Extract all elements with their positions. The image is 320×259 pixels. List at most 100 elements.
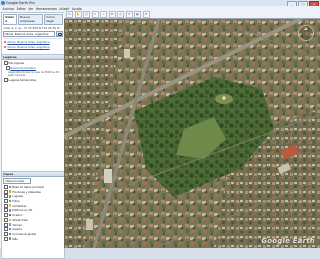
tour-description: Asegúrate de que la capa de Edificios 3D… (8, 70, 60, 77)
satellite-imagery[interactable] (64, 19, 320, 248)
layer-item[interactable]: Street View (4, 217, 64, 222)
toolbar-button[interactable]: ✋ (74, 11, 82, 18)
toolbar-button[interactable]: ▭ (66, 11, 73, 18)
layer-icon (8, 199, 12, 203)
checkbox[interactable] (4, 222, 8, 227)
layer-label: Océano (12, 213, 23, 218)
layer-label: Base de datos principal (12, 185, 44, 189)
layer-icon (8, 227, 12, 231)
toolbar-button[interactable]: ▱ (91, 11, 99, 18)
search-button[interactable] (56, 30, 63, 37)
layer-icon (8, 218, 12, 222)
layer-icon (8, 237, 12, 240)
layer-item[interactable]: Fotos (4, 199, 64, 204)
search-results: Olivos, Buenos Aires, Argentina Olivos, … (3, 37, 63, 49)
menu-ayuda[interactable]: Ayuda (72, 7, 82, 11)
satellite-map[interactable]: Google Earth (64, 19, 320, 248)
layer-list: Base de datos principal Fronteras y etiqu… (2, 185, 64, 241)
checkbox[interactable] (4, 185, 8, 189)
layer-icon (8, 195, 12, 198)
menu-editar[interactable]: Editar (17, 7, 26, 11)
layer-item[interactable]: Base de datos principal (4, 185, 64, 189)
layer-item[interactable]: Fronteras y etiquetas (4, 189, 64, 194)
toolbar-button[interactable]: ⌁ (100, 11, 107, 18)
layer-label: Conciencia global (12, 231, 37, 236)
layer-item[interactable]: Carreteras (4, 203, 64, 208)
menu-ver[interactable]: Ver (28, 7, 33, 11)
layer-icon (8, 209, 12, 212)
layer-item[interactable]: Más (4, 236, 64, 241)
sidebar: Volar a Buscar empresas Cómo llegar Vola… (0, 11, 65, 259)
checkbox[interactable] (5, 66, 10, 70)
menu-anadir[interactable]: Añadir (59, 7, 69, 11)
layer-icon (8, 185, 12, 189)
layer-item[interactable]: Océano (4, 213, 64, 218)
toolbar-button[interactable]: ◐ (134, 11, 141, 18)
search-row: Olivos, Buenos Aires, Argentina (3, 30, 63, 37)
toolbar-button[interactable]: ☀ (125, 11, 133, 18)
tree-item-label[interactable]: Lugares temporales (8, 78, 36, 82)
app-logo-icon (1, 1, 5, 5)
layer-label: Street View (12, 217, 28, 222)
checkbox[interactable] (4, 203, 8, 208)
checkbox[interactable] (4, 213, 8, 218)
layers-header[interactable]: Capas (2, 172, 64, 177)
search-result-label[interactable]: Olivos, Buenos Aires, Argentina (7, 40, 49, 44)
map-toolbar: ▭ ✋ ◯ ▱ ⌁ ✉ ⎙ ☀ ◐ ⟳ (64, 11, 320, 19)
layer-item[interactable]: Lugares (4, 194, 64, 199)
search-result-label[interactable]: Olivos, Buenos Aires, Argentina (7, 45, 49, 49)
tab-como-llegar[interactable]: Cómo llegar (43, 14, 63, 25)
layer-item[interactable]: Tiempo (4, 222, 64, 227)
layer-icon (8, 190, 12, 193)
checkbox[interactable] (4, 217, 8, 222)
toolbar-button[interactable]: ⟳ (142, 11, 150, 18)
tree-item-mis-lugares[interactable]: Mis lugares (3, 61, 65, 65)
layer-label: Fotos (12, 199, 20, 204)
layers-panel: Capas Vista principal Base de datos prin… (1, 171, 65, 259)
tree-item-label[interactable]: Recorrido turístico (10, 66, 36, 70)
layer-item[interactable]: Conciencia global (4, 231, 64, 236)
checkbox[interactable] (3, 77, 8, 82)
tree-item-label[interactable]: Mis lugares (8, 61, 24, 65)
checkbox[interactable] (4, 208, 8, 213)
layer-label: Galería (12, 227, 22, 232)
layer-label: Tiempo (12, 222, 23, 227)
layers-view-select[interactable]: Vista principal (3, 178, 31, 184)
tree-item-lugares-temporales[interactable]: Lugares temporales (3, 77, 65, 82)
checkbox[interactable] (4, 189, 8, 194)
search-result[interactable]: Olivos, Buenos Aires, Argentina (3, 40, 63, 44)
layer-label: Fronteras y etiquetas (12, 189, 41, 194)
placemark-icon (4, 40, 7, 43)
layer-label: Más (12, 236, 18, 241)
checkbox[interactable] (4, 231, 8, 236)
tree-item-recorrido[interactable]: Recorrido turístico (5, 66, 65, 70)
layer-item[interactable]: Edificios en 3D (4, 208, 64, 213)
tab-volar-a[interactable]: Volar a (3, 14, 18, 25)
search-tabs: Volar a Buscar empresas Cómo llegar (3, 14, 63, 25)
search-panel: Volar a Buscar empresas Cómo llegar Vola… (1, 12, 65, 56)
search-result[interactable]: Olivos, Buenos Aires, Argentina (3, 45, 63, 49)
checkbox[interactable] (4, 236, 8, 241)
layer-icon (8, 232, 12, 236)
placemark-icon (4, 45, 7, 48)
checkbox[interactable] (4, 199, 8, 204)
toolbar-button[interactable]: ◯ (83, 11, 90, 18)
places-panel: Lugares Mis lugares Recorrido turístico … (1, 54, 65, 172)
places-header[interactable]: Lugares (2, 55, 64, 60)
search-input[interactable]: Olivos, Buenos Aires, Argentina (3, 30, 56, 37)
toolbar-button[interactable]: ✉ (108, 11, 116, 18)
layer-icon (8, 223, 12, 226)
navigation-control[interactable] (298, 25, 314, 41)
layer-item[interactable]: Galería (4, 227, 64, 232)
checkbox[interactable] (4, 227, 8, 232)
tab-buscar-empresas[interactable]: Buscar empresas (17, 14, 44, 25)
layer-label: Lugares (12, 194, 23, 199)
checkbox[interactable] (3, 61, 8, 65)
toolbar-button[interactable]: ⎙ (117, 11, 124, 18)
checkbox[interactable] (4, 194, 8, 199)
menu-archivo[interactable]: Archivo (3, 7, 15, 11)
menu-herramientas[interactable]: Herramientas (36, 7, 57, 11)
layer-label: Edificios en 3D (12, 208, 33, 213)
layer-icon (8, 204, 12, 208)
window-title: Google Earth Pro (6, 1, 35, 5)
